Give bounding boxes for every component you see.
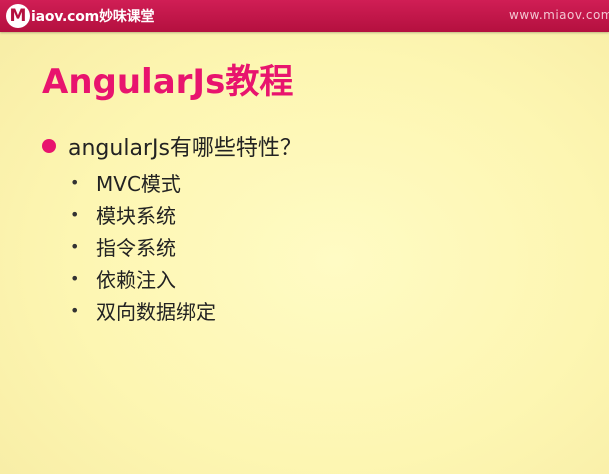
list-item: • 双向数据绑定	[70, 294, 216, 326]
bullet-icon: •	[70, 204, 80, 224]
bullet-icon: •	[70, 300, 80, 320]
main-bullet: angularJs有哪些特性？	[42, 130, 302, 162]
list-item: • 模块系统	[70, 198, 216, 230]
feature-list: • MVC模式 • 模块系统 • 指令系统 • 依赖注入 • 双向数据绑定	[70, 166, 216, 326]
miaov-logo: M iaov.com妙味课堂	[6, 3, 154, 29]
list-item-text: 模块系统	[96, 203, 176, 228]
list-item-text: MVC模式	[96, 171, 181, 196]
bullet-icon: •	[70, 172, 80, 192]
slide-title: AngularJs教程	[42, 62, 294, 102]
list-item: • MVC模式	[70, 166, 216, 198]
main-bullet-text: angularJs有哪些特性？	[68, 136, 302, 161]
bullet-icon: •	[70, 268, 80, 288]
bullet-dot-icon	[42, 139, 56, 153]
list-item: • 指令系统	[70, 230, 216, 262]
list-item-text: 指令系统	[96, 235, 176, 260]
slide: M iaov.com妙味课堂 www.miaov.com AngularJs教程…	[0, 0, 609, 474]
bullet-icon: •	[70, 236, 80, 256]
list-item: • 依赖注入	[70, 262, 216, 294]
logo-mark: M	[6, 4, 30, 28]
site-url: www.miaov.com	[509, 8, 609, 22]
list-item-text: 依赖注入	[96, 267, 176, 292]
list-item-text: 双向数据绑定	[96, 299, 216, 324]
header-bar: M iaov.com妙味课堂 www.miaov.com	[0, 0, 609, 32]
logo-text: iaov.com妙味课堂	[31, 9, 155, 25]
